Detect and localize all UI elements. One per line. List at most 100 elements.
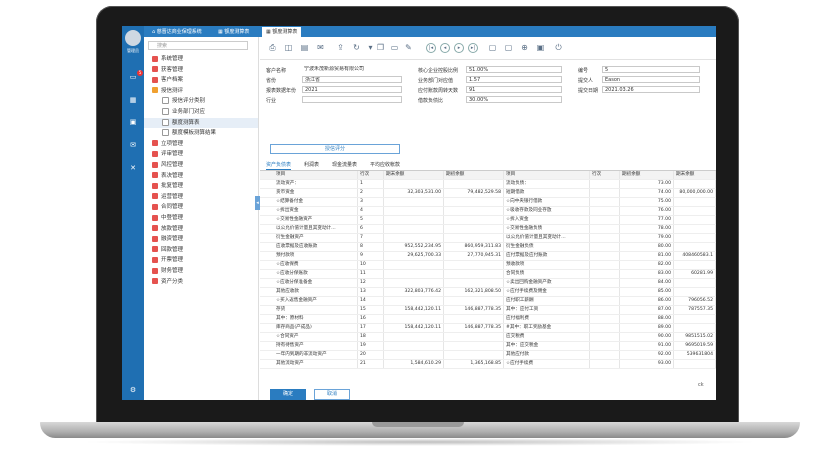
table-cell[interactable]: 21 [358, 360, 384, 368]
sidebar-item[interactable]: 系统管理 [144, 54, 258, 64]
tab-home[interactable]: ⌂ 慈晋达商业保理系统 [148, 27, 206, 37]
table-cell[interactable]: 合同负债 [504, 270, 590, 278]
table-cell[interactable]: 17 [358, 324, 384, 332]
table-cell[interactable]: 18 [358, 333, 384, 341]
preview-icon[interactable]: ▤ [300, 43, 309, 52]
edit-icon[interactable]: ✎ [404, 43, 413, 52]
subtab[interactable]: 现金流量表 [332, 161, 357, 169]
sidebar-item[interactable]: 放款管理 [144, 224, 258, 234]
mail-icon[interactable]: ✉ [316, 43, 325, 52]
table-cell[interactable]: 1,365,168.85 [444, 360, 504, 368]
submitter-field[interactable]: Eason [602, 76, 700, 83]
save-icon[interactable]: ▭ [390, 43, 399, 52]
customer-field[interactable]: 宁波禾茂新源贸易有限公司 [302, 66, 402, 73]
prev-icon[interactable]: ◂ [440, 43, 450, 53]
table-cell[interactable] [384, 207, 444, 215]
table-cell[interactable]: ☆应收分保账款 [274, 270, 358, 278]
table-cell[interactable]: 158,442,120.11 [384, 306, 444, 314]
sidebar-item[interactable]: 立项管理 [144, 139, 258, 149]
table-cell[interactable]: 8 [358, 243, 384, 251]
table-cell[interactable]: 60281.99 [674, 270, 716, 278]
table-row[interactable]: 其他应收款 13 322,803,776.42 162,321,808.50 ☆应付手续… [260, 288, 716, 297]
table-cell[interactable]: 15 [358, 306, 384, 314]
table-row[interactable]: 存货 15 158,442,120.11 146,887,778.35 其中：应付工资 8… [260, 306, 716, 315]
table-cell[interactable]: 14 [358, 297, 384, 305]
table-cell[interactable]: 9695019.59 [674, 342, 716, 350]
table-cell[interactable]: 158,442,120.11 [384, 324, 444, 332]
table-cell[interactable]: 29,625,700.33 [384, 252, 444, 260]
table-cell[interactable]: 持有待售资产 [274, 342, 358, 350]
last-icon[interactable]: ▸| [468, 43, 478, 53]
table-cell[interactable]: ☆买入返售金融资产 [274, 297, 358, 305]
attach-icon[interactable]: ▣ [536, 43, 545, 52]
table-cell[interactable] [590, 252, 620, 260]
table-cell[interactable] [590, 234, 620, 242]
table-cell[interactable] [444, 333, 504, 341]
table-cell[interactable] [384, 342, 444, 350]
sidebar-item[interactable]: 额度模板测算结果 [144, 128, 258, 138]
table-cell[interactable]: 146,887,778.35 [444, 306, 504, 314]
table-cell[interactable] [444, 279, 504, 287]
table-cell[interactable] [674, 360, 716, 368]
table-cell[interactable] [674, 324, 716, 332]
credit-eval-button[interactable]: 授信评分 [270, 144, 400, 154]
table-cell[interactable]: 85.00 [620, 288, 674, 296]
table-cell[interactable]: 1 [358, 180, 384, 188]
table-cell[interactable]: 79,482,529.58 [444, 189, 504, 197]
table-cell[interactable] [590, 243, 620, 251]
table-cell[interactable]: 流动负债： [504, 180, 590, 188]
table-cell[interactable]: 衍生金融负债 [504, 243, 590, 251]
table-cell[interactable]: 539631804 [674, 351, 716, 359]
tools-icon[interactable]: ✕ [128, 164, 138, 172]
column-header[interactable]: 期初余额 [620, 171, 674, 179]
table-cell[interactable] [674, 207, 716, 215]
table-cell[interactable] [384, 333, 444, 341]
table-cell[interactable]: 其他流动资产 [274, 360, 358, 368]
table-cell[interactable]: ☆拆出资金 [274, 207, 358, 215]
sidebar-item[interactable]: 评审管理 [144, 149, 258, 159]
table-cell[interactable] [590, 351, 620, 359]
table-cell[interactable]: 796056.52 [674, 297, 716, 305]
table-cell[interactable]: 408460583.1 [674, 252, 716, 260]
table-cell[interactable] [384, 297, 444, 305]
table-cell[interactable]: 3 [358, 198, 384, 206]
table-cell[interactable] [674, 198, 716, 206]
table-cell[interactable]: ☆吸收存款及同业存放 [504, 207, 590, 215]
table-cell[interactable] [590, 279, 620, 287]
table-cell[interactable] [674, 243, 716, 251]
monitor-icon[interactable]: ▣ [128, 118, 138, 126]
table-cell[interactable]: 其他应收款 [274, 288, 358, 296]
table-cell[interactable]: 77.00 [620, 216, 674, 224]
sidebar-item[interactable]: 中登管理 [144, 213, 258, 223]
table-cell[interactable]: 衍生金融资产 [274, 234, 358, 242]
cancel-button[interactable]: 取消 [314, 389, 350, 400]
table-cell[interactable]: 应交税费 [504, 333, 590, 341]
table-cell[interactable] [384, 315, 444, 323]
table-row[interactable]: 其他流动资产 21 1,584,610.29 1,365,168.85 ☆应付手续费 93… [260, 360, 716, 369]
table-cell[interactable] [444, 351, 504, 359]
table-cell[interactable] [444, 198, 504, 206]
table-cell[interactable]: 4 [358, 207, 384, 215]
sidebar-item[interactable]: 融资管理 [144, 234, 258, 244]
table-cell[interactable]: 短期借款 [504, 189, 590, 197]
table-cell[interactable]: 952,552,234.95 [384, 243, 444, 251]
table-cell[interactable]: 82.00 [620, 261, 674, 269]
table-cell[interactable]: #其中：职工奖励基金 [504, 324, 590, 332]
table-cell[interactable]: 2 [358, 189, 384, 197]
table-cell[interactable]: 84.00 [620, 279, 674, 287]
table-cell[interactable] [444, 342, 504, 350]
table-cell[interactable] [590, 333, 620, 341]
table-cell[interactable]: 以公允价值计量且其变动计… [504, 234, 590, 242]
share-icon[interactable]: ⇪ [336, 43, 345, 52]
remove-doc-icon[interactable]: ▢ [504, 43, 513, 52]
table-cell[interactable]: 9 [358, 252, 384, 260]
table-cell[interactable]: 20 [358, 351, 384, 359]
table-cell[interactable]: 存货 [274, 306, 358, 314]
table-cell[interactable]: ☆应付手续费及佣金 [504, 288, 590, 296]
table-cell[interactable]: ☆应付手续费 [504, 360, 590, 368]
table-cell[interactable]: 162,321,808.50 [444, 288, 504, 296]
table-row[interactable]: ☆交易性金融资产 5 ☆拆入资金 77.00 [260, 216, 716, 225]
table-cell[interactable]: 787557.35 [674, 306, 716, 314]
table-cell[interactable] [590, 189, 620, 197]
table-cell[interactable] [384, 216, 444, 224]
